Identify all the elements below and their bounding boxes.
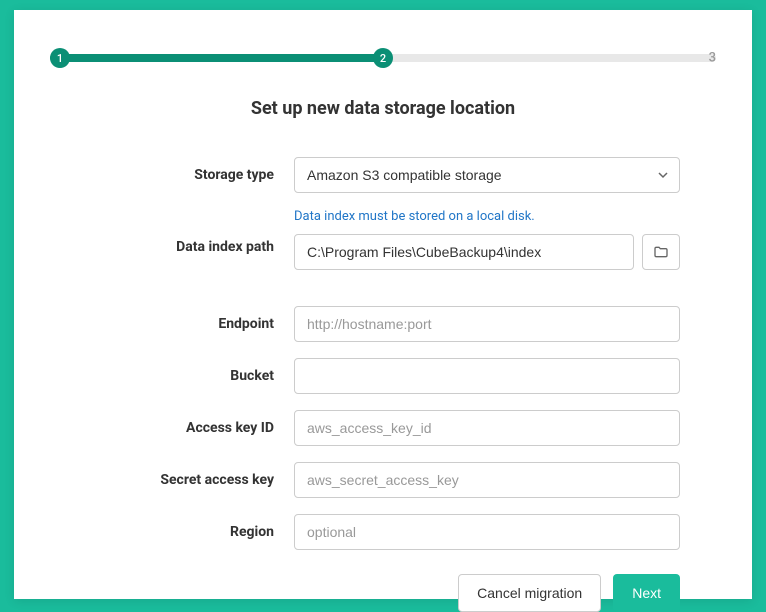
secret-key-row: Secret access key [50, 462, 716, 498]
progress-bar: 1 2 3 [50, 48, 716, 68]
storage-type-label: Storage type [50, 167, 294, 183]
progress-step-3: 3 [709, 51, 716, 66]
cancel-button[interactable]: Cancel migration [458, 574, 601, 612]
folder-icon [653, 244, 669, 260]
next-button[interactable]: Next [613, 574, 680, 612]
secret-key-label: Secret access key [50, 472, 294, 488]
footer: Cancel migration Next [50, 574, 716, 612]
region-input[interactable] [294, 514, 680, 550]
progress-fill [50, 54, 383, 62]
storage-type-select[interactable]: Amazon S3 compatible storage [294, 157, 680, 193]
region-row: Region [50, 514, 716, 550]
endpoint-input[interactable] [294, 306, 680, 342]
bucket-label: Bucket [50, 368, 294, 384]
data-index-input[interactable] [294, 234, 634, 270]
progress-step-1: 1 [50, 48, 70, 68]
access-key-input[interactable] [294, 410, 680, 446]
region-label: Region [50, 524, 294, 540]
secret-key-input[interactable] [294, 462, 680, 498]
data-index-row: Data index path Data index must be store… [50, 209, 716, 270]
progress-step-2: 2 [373, 48, 393, 68]
data-index-note: Data index must be stored on a local dis… [294, 209, 680, 224]
access-key-row: Access key ID [50, 410, 716, 446]
access-key-label: Access key ID [50, 420, 294, 436]
storage-type-row: Storage type Amazon S3 compatible storag… [50, 157, 716, 193]
bucket-input[interactable] [294, 358, 680, 394]
browse-folder-button[interactable] [642, 234, 680, 270]
bucket-row: Bucket [50, 358, 716, 394]
data-index-label: Data index path [50, 209, 294, 255]
endpoint-row: Endpoint [50, 306, 716, 342]
storage-form: Storage type Amazon S3 compatible storag… [50, 157, 716, 550]
page-title: Set up new data storage location [50, 98, 716, 119]
setup-storage-modal: 1 2 3 Set up new data storage location S… [14, 10, 752, 599]
endpoint-label: Endpoint [50, 316, 294, 332]
